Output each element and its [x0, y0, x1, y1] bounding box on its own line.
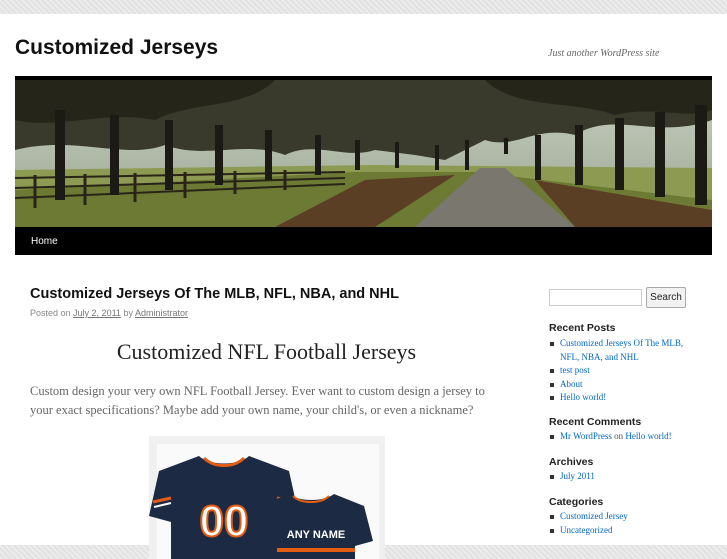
jersey-image: 00 ANY NAME: [149, 436, 385, 559]
site-title[interactable]: Customized Jerseys: [15, 36, 218, 60]
archives-title: Archives: [549, 456, 594, 468]
post-date-link[interactable]: July 2, 2011: [73, 308, 121, 318]
jersey-number: 00: [200, 497, 249, 546]
archive-item[interactable]: July 2011: [549, 470, 699, 484]
category-item[interactable]: Customized Jersey: [549, 510, 699, 524]
post-author-link[interactable]: Administrator: [135, 308, 188, 318]
recent-posts-title: Recent Posts: [549, 322, 616, 334]
archives-list: July 2011: [549, 470, 699, 484]
comment-author-link[interactable]: Mr WordPress: [560, 431, 612, 441]
recent-posts-list: Customized Jerseys Of The MLB, NFL, NBA,…: [549, 337, 699, 405]
post-heading: Customized NFL Football Jerseys: [116, 339, 417, 364]
meta-posted-on: Posted on: [30, 308, 71, 318]
recent-comment-item: Mr WordPress on Hello world!: [549, 430, 699, 444]
site-description: Just another WordPress site: [548, 48, 660, 59]
comment-on-text: on: [614, 431, 624, 441]
main-navigation: Home: [15, 227, 712, 255]
recent-post-item[interactable]: Customized Jerseys Of The MLB, NFL, NBA,…: [549, 337, 699, 364]
category-item[interactable]: Uncategorized: [549, 524, 699, 538]
search-input[interactable]: [549, 289, 642, 306]
post-title[interactable]: Customized Jerseys Of The MLB, NFL, NBA,…: [30, 286, 399, 302]
nav-item-home[interactable]: Home: [31, 236, 58, 247]
post-paragraph: Custom design your very own NFL Football…: [30, 384, 485, 417]
page-wrapper: Customized Jerseys Just another WordPres…: [0, 14, 727, 559]
comment-post-link[interactable]: Hello world!: [625, 431, 671, 441]
recent-post-item[interactable]: Hello world!: [549, 391, 699, 405]
recent-post-item[interactable]: About: [549, 378, 699, 392]
recent-comments-title: Recent Comments: [549, 416, 642, 428]
tree-lined-road-image: [15, 80, 712, 227]
header-image: [15, 76, 712, 231]
post-meta: Posted on July 2, 2011 by Administrator: [30, 308, 188, 318]
recent-comments-list: Mr WordPress on Hello world!: [549, 430, 699, 444]
jersey-illustration: 00 ANY NAME: [149, 436, 385, 559]
meta-by: by: [123, 308, 133, 318]
search-button[interactable]: Search: [646, 287, 686, 308]
recent-post-item[interactable]: test post: [549, 364, 699, 378]
categories-title: Categories: [549, 496, 604, 508]
jersey-name: ANY NAME: [287, 529, 345, 541]
categories-list: Customized Jersey Uncategorized: [549, 510, 699, 537]
